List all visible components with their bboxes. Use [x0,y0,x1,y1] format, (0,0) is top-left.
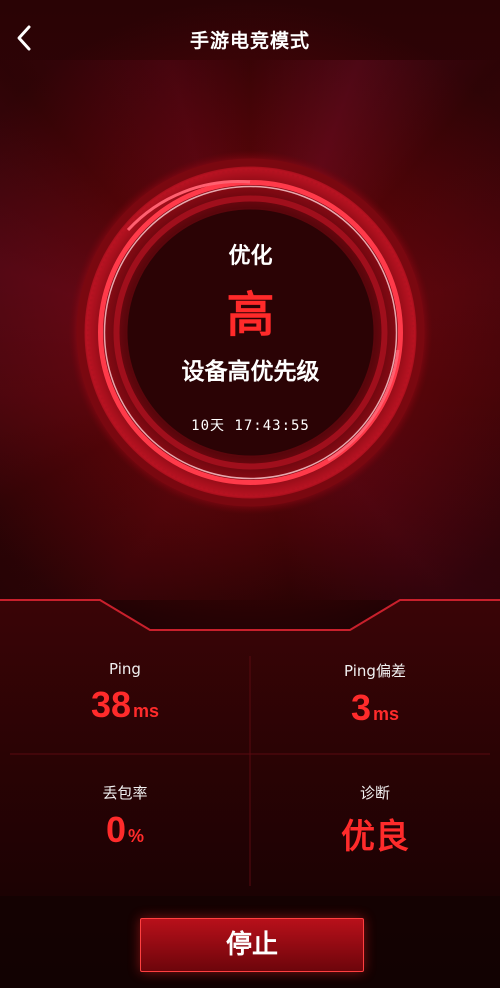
page-title: 手游电竞模式 [189,30,310,52]
stop-button[interactable]: 停止 [140,918,364,972]
jitter-unit: ms [373,704,400,724]
packet-loss-stat: 丢包率 0% [0,782,250,851]
elapsed-time: 10天 17:43:55 [191,418,310,434]
jitter-stat: Ping偏差 3 ms [250,660,500,729]
diagnosis-stat: 诊断 优良 [250,782,500,858]
packet-loss-unit: % [128,826,145,846]
packet-loss-value: 0 [105,809,126,850]
packet-loss-label: 丢包率 [102,784,148,802]
jitter-value-row: 3 ms [250,687,500,729]
diagnosis-value: 优良 [341,817,409,857]
jitter-label: Ping偏差 [344,662,406,680]
optimization-level: 高 [226,287,275,343]
optimization-label: 优化 [228,244,273,269]
header-bar: 手游电竞模式 [0,0,500,76]
ping-unit: ms [133,701,160,721]
ping-value-row: 38 ms [0,684,250,726]
priority-description: 设备高优先级 [181,359,320,385]
packet-loss-value-row: 0% [0,809,250,851]
ping-stat: Ping 38 ms [0,660,250,726]
ping-value: 38 [90,684,132,725]
jitter-value: 3 [350,687,371,728]
optimization-dial: 优化 高 设备高优先级 10天 17:43:55 [68,150,433,515]
diagnosis-label: 诊断 [359,784,390,802]
dial-content: 优化 高 设备高优先级 10天 17:43:55 [68,150,433,515]
ping-label: Ping [109,660,141,678]
